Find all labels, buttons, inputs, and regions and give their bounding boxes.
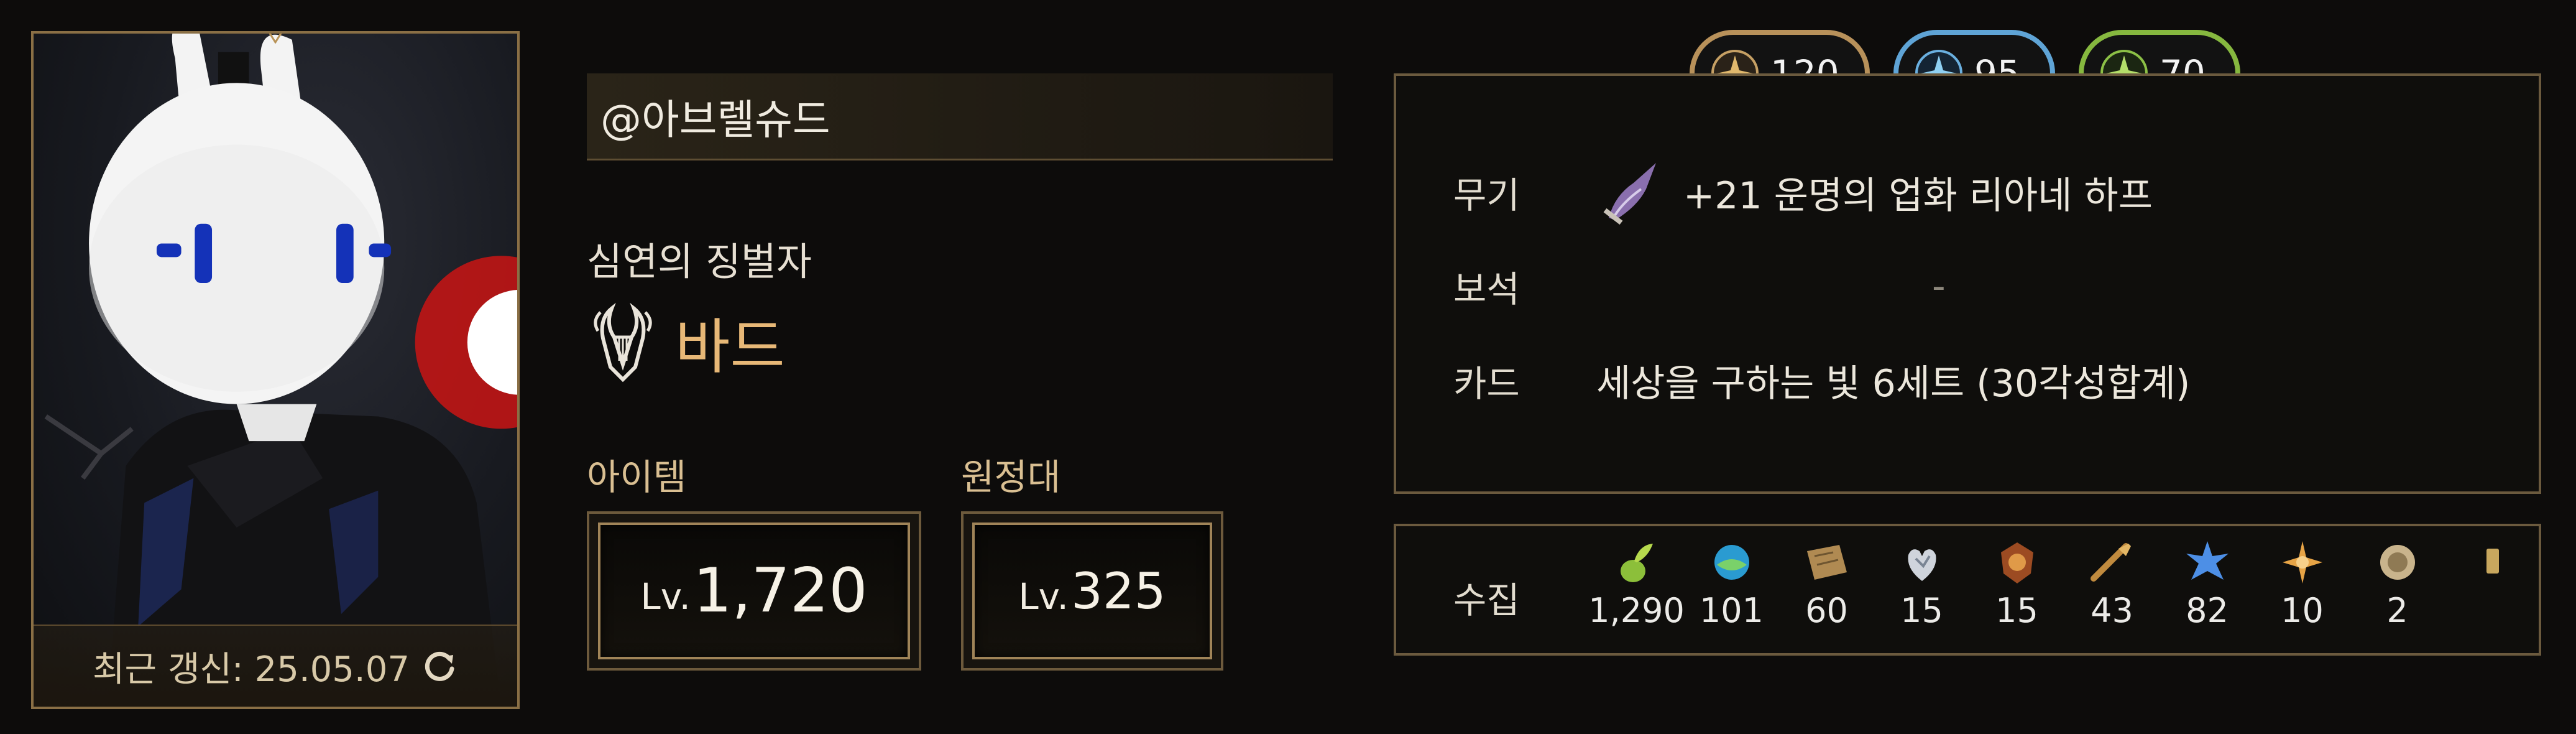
ignea-token-icon (2000, 542, 2033, 583)
expedition-level-inner: Lv. 325 (972, 523, 1212, 659)
class-name: 바드 (675, 312, 785, 382)
collection-item[interactable]: 43 (2064, 537, 2160, 630)
lyre-icon (594, 302, 652, 382)
card-label: 카드 (1453, 362, 1520, 405)
character-image (44, 34, 517, 707)
world-tree-leaf-icon (2186, 541, 2229, 580)
collection-count: 15 (1900, 591, 1943, 630)
expedition-level-label: 원정대 (961, 456, 1061, 498)
collection-item[interactable]: 15 (1874, 537, 1969, 630)
card-row: 카드 세상을 구하는 빛 6세트 (30각성합계) (1453, 353, 2190, 407)
class-row: 바드 (587, 299, 785, 385)
giant-heart-icon (1907, 549, 1936, 581)
collection-count: 101 (1699, 591, 1764, 630)
weapon-row: 무기 +21 운명의 업화 리아네 하프 (1453, 158, 2153, 226)
collection-item[interactable]: 15 (1969, 537, 2064, 630)
collection-count: 2 (2386, 591, 2408, 630)
item-level-box: Lv. 1,720 (587, 511, 921, 671)
gem-value: - (1932, 264, 1946, 308)
collection-item[interactable]: 2 (2350, 537, 2445, 630)
character-name: @아브렐슈드 (600, 95, 830, 144)
collection-count: 60 (1805, 591, 1848, 630)
expedition-level-box: Lv. 325 (961, 511, 1223, 671)
card-set-value[interactable]: 세상을 구하는 빛 6세트 (30각성합계) (1596, 353, 2190, 407)
character-title: 심연의 징벌자 (587, 239, 812, 284)
collection-item[interactable]: 60 (1779, 537, 1874, 630)
expedition-level-value: 325 (1070, 562, 1166, 620)
item-level-label: 아이템 (587, 456, 687, 498)
collection-count: 1,290 (1588, 591, 1685, 630)
update-bar: 최근 갱신: 25.05.07 (34, 625, 517, 707)
character-portrait: 최근 갱신: 25.05.07 (31, 31, 520, 709)
collection-items: 1,290 101 60 15 15 43 82 10 2 (1588, 537, 2540, 630)
collection-item[interactable]: 101 (1684, 537, 1779, 630)
weapon-label: 무기 (1453, 174, 1520, 216)
weapon-name[interactable]: +21 운명의 업화 리아네 하프 (1683, 165, 2153, 220)
collection-item[interactable]: 82 (2160, 537, 2255, 630)
refresh-button[interactable] (421, 648, 458, 685)
adventure-map-icon (1806, 545, 1847, 580)
harp-weapon-icon[interactable] (1596, 158, 1665, 226)
item-level-prefix: Lv. (640, 575, 691, 618)
expedition-level-prefix: Lv. (1018, 575, 1069, 618)
mokoko-seed-icon (1620, 544, 1653, 582)
collection-item[interactable] (2445, 537, 2540, 630)
gem-label: 보석 (1453, 268, 1520, 310)
island-soul-icon (1714, 545, 1749, 580)
item-level-value: 1,720 (693, 555, 868, 626)
orpheus-star-icon (2282, 541, 2322, 583)
collection-count: 82 (2186, 591, 2229, 630)
refresh-icon (425, 651, 454, 681)
last-update-text: 최근 갱신: 25.05.07 (93, 649, 410, 690)
frame-ornament (269, 34, 282, 44)
equipment-panel: 무기 +21 운명의 업화 리아네 하프 보석 - 카드 세상을 구하는 빛 6… (1394, 73, 2541, 494)
character-name-bar: @아브렐슈드 (587, 73, 1333, 160)
collection-item[interactable]: 1,290 (1588, 537, 1685, 630)
collection-panel: 수집 1,290 101 60 15 15 43 82 10 2 (1394, 524, 2541, 656)
art-telescope-icon (2090, 543, 2131, 582)
collection-item[interactable]: 10 (2255, 537, 2350, 630)
collection-count: 10 (2281, 591, 2324, 630)
sea-bounty-icon (2380, 545, 2415, 580)
gem-row: 보석 - (1453, 260, 1946, 312)
collection-label: 수집 (1453, 579, 1520, 621)
collection-count: 15 (1995, 591, 2038, 630)
collection-count: 43 (2091, 591, 2133, 630)
ancient-seal-icon (2486, 549, 2499, 574)
item-level-inner: Lv. 1,720 (598, 523, 910, 659)
